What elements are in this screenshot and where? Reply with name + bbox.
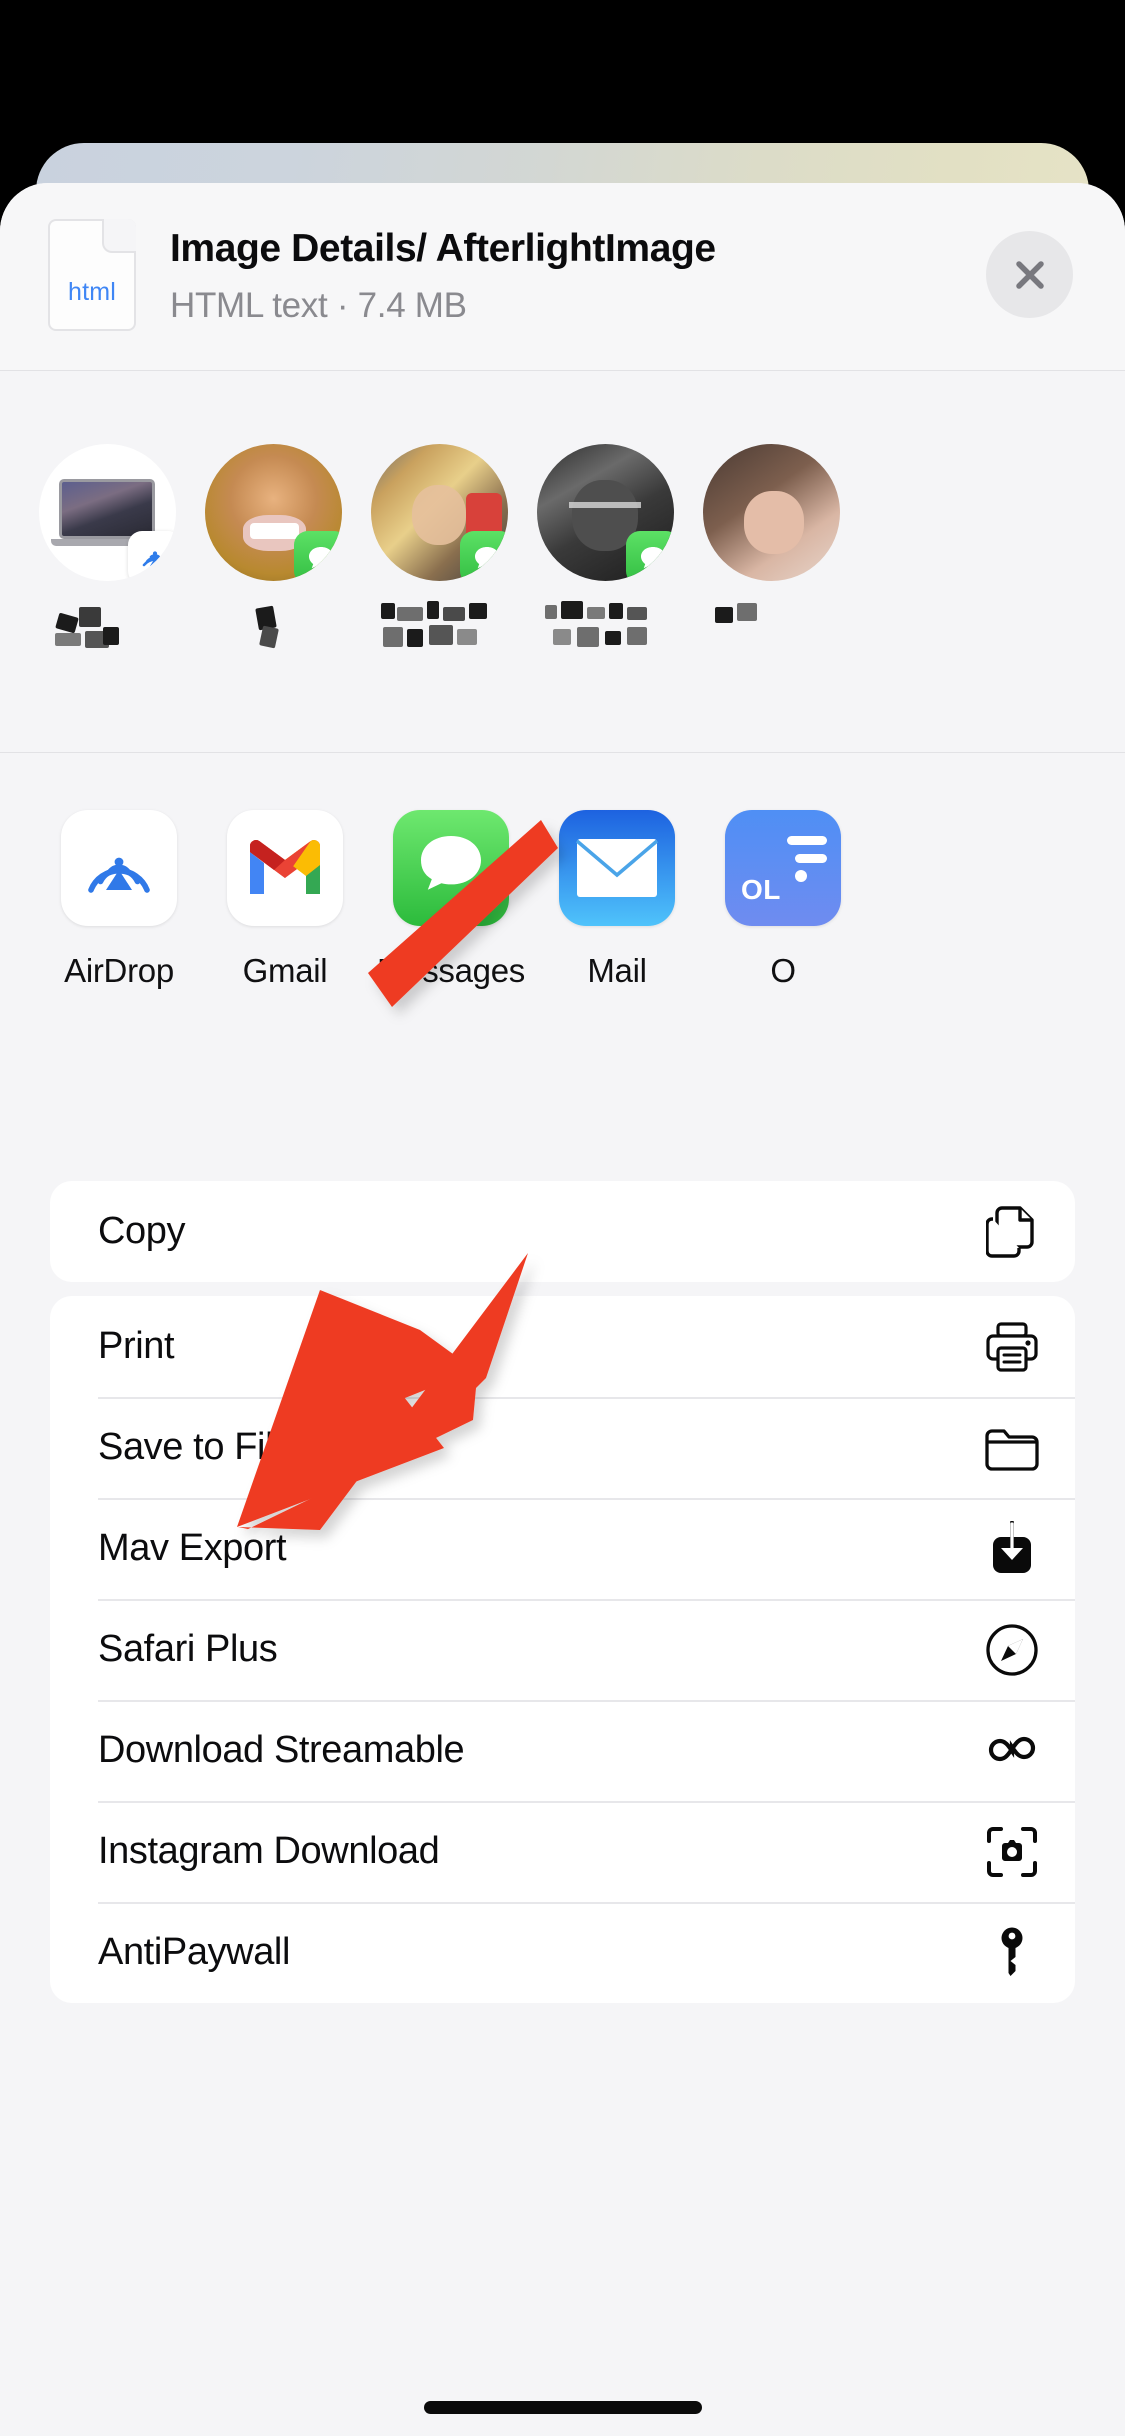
- avatar: [370, 444, 508, 581]
- airdrop-icon: [142, 551, 167, 567]
- share-sheet: html Image Details/ AfterlightImage HTML…: [0, 183, 1125, 2436]
- app-label: Gmail: [242, 952, 328, 989]
- airdrop-badge: [127, 531, 176, 581]
- contact-name-redacted: [213, 599, 333, 655]
- file-corner-fold: [102, 219, 136, 253]
- app-label: Mail: [587, 952, 647, 989]
- app-tile: [61, 810, 177, 926]
- messages-icon: [421, 836, 481, 890]
- action-label: Instagram Download: [98, 1830, 440, 1872]
- html-file-icon: html: [48, 219, 136, 331]
- action-label: Copy: [98, 1210, 186, 1252]
- avatar: [204, 444, 342, 581]
- ol-tile-text: OL: [741, 874, 781, 905]
- file-extension-label: html: [67, 278, 117, 306]
- action-label: Print: [98, 1325, 175, 1367]
- contact-item[interactable]: [522, 444, 688, 655]
- key-icon: [983, 1924, 1041, 1982]
- app-label: O: [770, 952, 796, 989]
- messages-icon: [640, 547, 665, 569]
- action-row-mav-export[interactable]: Mav Export: [50, 1498, 1075, 1599]
- app-label: AirDrop: [64, 952, 174, 989]
- contact-name-redacted: [379, 599, 499, 655]
- action-label: Download Streamable: [98, 1729, 465, 1771]
- messages-icon: [474, 547, 499, 569]
- apps-row[interactable]: AirDrop Gmail Messages Mail OL O: [0, 753, 1125, 1181]
- contact-name-redacted: [711, 599, 831, 655]
- mail-icon: [575, 839, 659, 897]
- avatar: [702, 444, 840, 581]
- app-label: Messages: [376, 952, 525, 989]
- action-label: AntiPaywall: [98, 1931, 291, 1973]
- app-item-mail[interactable]: Mail: [534, 810, 700, 990]
- action-card: Print Save to Files Mav Export Safari Pl…: [50, 1296, 1075, 2003]
- action-label: Save to Files: [98, 1426, 313, 1468]
- messages-badge: [293, 531, 342, 581]
- file-title: Image Details/ AfterlightImage: [170, 227, 716, 270]
- action-row-safari-plus[interactable]: Safari Plus: [50, 1599, 1075, 1700]
- app-item-messages[interactable]: Messages: [368, 810, 534, 990]
- app-tile: OL: [725, 810, 841, 926]
- avatar: [536, 444, 674, 581]
- folder-icon: [983, 1419, 1041, 1477]
- action-row-copy[interactable]: Copy: [50, 1181, 1075, 1282]
- app-item-gmail[interactable]: Gmail: [202, 810, 368, 990]
- action-label: Safari Plus: [98, 1628, 278, 1670]
- action-list: Copy Print Save to Files Mav Export Safa…: [0, 1181, 1125, 2003]
- camera-viewfinder-icon: [983, 1823, 1041, 1881]
- compass-icon: [983, 1621, 1041, 1679]
- action-row-download-streamable[interactable]: Download Streamable: [50, 1700, 1075, 1801]
- contact-item[interactable]: [190, 444, 356, 655]
- printer-icon: [983, 1318, 1041, 1376]
- contacts-row[interactable]: [0, 371, 1125, 753]
- action-row-antipaywall[interactable]: AntiPaywall: [50, 1902, 1075, 2003]
- app-item-airdrop[interactable]: AirDrop: [36, 810, 202, 990]
- messages-badge: [459, 531, 508, 581]
- app-item-ol[interactable]: OL O: [700, 810, 866, 990]
- gmail-icon: [250, 840, 320, 894]
- contact-name-redacted: [545, 599, 665, 655]
- action-label: Mav Export: [98, 1527, 287, 1569]
- ol-app-icon: [787, 836, 827, 882]
- app-tile: [559, 810, 675, 926]
- contact-item[interactable]: [24, 444, 190, 655]
- action-row-save-to-files[interactable]: Save to Files: [50, 1397, 1075, 1498]
- download-icon: [983, 1520, 1041, 1578]
- share-sheet-header: html Image Details/ AfterlightImage HTML…: [0, 183, 1125, 371]
- file-subtitle: HTML text · 7.4 MB: [170, 286, 467, 325]
- iphone-screen: html Image Details/ AfterlightImage HTML…: [0, 0, 1125, 2436]
- copy-icon: [983, 1203, 1041, 1261]
- close-button[interactable]: [986, 231, 1073, 318]
- app-tile: [227, 810, 343, 926]
- messages-icon: [308, 547, 333, 569]
- messages-badge: [625, 531, 674, 581]
- action-row-print[interactable]: Print: [50, 1296, 1075, 1397]
- app-tile: [393, 810, 509, 926]
- contact-item[interactable]: [356, 444, 522, 655]
- contact-name-redacted: [47, 599, 167, 655]
- action-card: Copy: [50, 1181, 1075, 1282]
- infinity-icon: [983, 1722, 1041, 1780]
- home-indicator: [423, 2401, 702, 2414]
- close-icon: [1015, 260, 1044, 289]
- airdrop-icon: [88, 857, 150, 893]
- avatar: [38, 444, 176, 581]
- contact-item[interactable]: [688, 444, 854, 655]
- action-row-instagram-download[interactable]: Instagram Download: [50, 1801, 1075, 1902]
